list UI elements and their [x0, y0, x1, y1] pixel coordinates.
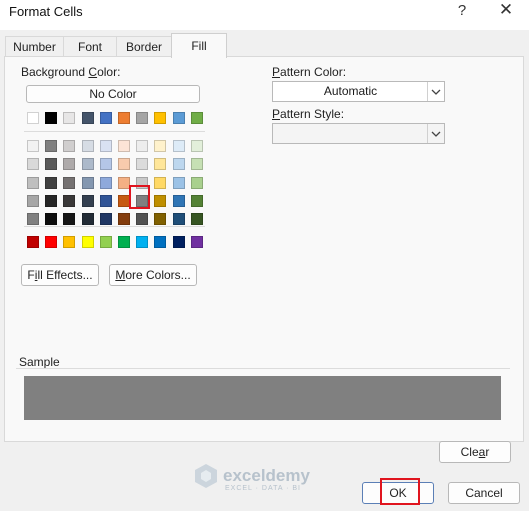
tint-color-swatch[interactable] — [99, 176, 112, 189]
no-color-button[interactable]: No Color — [26, 85, 200, 103]
tint-color-swatch[interactable] — [154, 213, 167, 226]
pattern-style-label: Pattern Style: — [272, 107, 345, 121]
tint-color-swatch[interactable] — [190, 140, 203, 152]
tint-color-swatch[interactable] — [27, 176, 39, 189]
standard-color-swatch[interactable] — [63, 236, 76, 248]
theme-color-swatch[interactable] — [172, 112, 185, 124]
ok-button-highlight — [380, 478, 420, 505]
tint-color-swatch[interactable] — [45, 176, 58, 189]
sample-preview — [24, 376, 501, 420]
separator — [24, 226, 205, 227]
chevron-down-icon — [427, 82, 444, 101]
tab-number[interactable]: Number — [5, 36, 64, 57]
background-color-label-text: Background Color: — [21, 65, 121, 79]
tint-color-swatch[interactable] — [154, 176, 167, 189]
tint-color-swatch[interactable] — [27, 213, 39, 226]
tint-color-swatch[interactable] — [63, 213, 76, 226]
watermark-name: exceldemy — [223, 466, 310, 485]
tint-color-swatch[interactable] — [172, 158, 185, 171]
separator — [16, 368, 510, 369]
theme-color-swatch[interactable] — [118, 112, 130, 124]
tint-color-swatch[interactable] — [27, 140, 39, 152]
tint-color-swatch[interactable] — [172, 194, 185, 207]
tint-color-swatch[interactable] — [136, 158, 149, 171]
tint-color-swatch[interactable] — [27, 158, 39, 171]
standard-color-swatch[interactable] — [190, 236, 203, 248]
selected-color-highlight — [129, 185, 150, 209]
tint-color-swatch[interactable] — [99, 194, 112, 207]
tint-color-swatch[interactable] — [172, 213, 185, 226]
separator — [24, 131, 205, 132]
theme-color-swatch[interactable] — [190, 112, 203, 124]
tab-font[interactable]: Font — [63, 36, 117, 57]
tint-color-swatch[interactable] — [172, 140, 185, 152]
tint-color-swatch[interactable] — [45, 140, 58, 152]
chevron-down-icon — [427, 124, 444, 143]
theme-color-swatch[interactable] — [99, 112, 112, 124]
tint-color-swatch[interactable] — [81, 140, 94, 152]
theme-color-swatch[interactable] — [63, 112, 76, 124]
pattern-color-value: Automatic — [323, 84, 378, 98]
tint-color-swatch[interactable] — [154, 158, 167, 171]
standard-color-swatch[interactable] — [118, 236, 130, 248]
standard-color-swatch[interactable] — [81, 236, 94, 248]
tint-color-swatch[interactable] — [136, 140, 149, 152]
tint-color-swatch[interactable] — [190, 213, 203, 226]
tint-color-swatch[interactable] — [99, 140, 112, 152]
tint-color-swatch[interactable] — [45, 213, 58, 226]
tint-color-swatch[interactable] — [81, 213, 94, 226]
tint-color-swatch[interactable] — [63, 176, 76, 189]
standard-color-swatch[interactable] — [154, 236, 167, 248]
watermark-tagline: EXCEL · DATA · BI — [225, 485, 301, 492]
clear-button[interactable]: Clear — [439, 441, 511, 463]
fill-effects-button[interactable]: Fill Effects... — [21, 264, 99, 286]
tint-color-swatch[interactable] — [45, 194, 58, 207]
close-button[interactable]: ✕ — [497, 0, 515, 20]
standard-color-swatch[interactable] — [99, 236, 112, 248]
pattern-color-dropdown[interactable]: Automatic — [272, 81, 445, 102]
tint-color-swatch[interactable] — [27, 194, 39, 207]
standard-color-swatch[interactable] — [27, 236, 39, 248]
standard-color-swatch[interactable] — [172, 236, 185, 248]
dialog-title: Format Cells — [9, 4, 83, 19]
tint-color-swatch[interactable] — [118, 140, 130, 152]
theme-color-swatch[interactable] — [154, 112, 167, 124]
tint-color-swatch[interactable] — [118, 158, 130, 171]
theme-color-swatch[interactable] — [136, 112, 149, 124]
pattern-color-label: Pattern Color: — [272, 65, 347, 79]
tab-fill[interactable]: Fill — [171, 33, 227, 58]
tint-color-swatch[interactable] — [172, 176, 185, 189]
help-button[interactable]: ? — [454, 2, 470, 19]
tint-color-swatch[interactable] — [99, 158, 112, 171]
tint-color-swatch[interactable] — [154, 194, 167, 207]
standard-color-swatch[interactable] — [136, 236, 149, 248]
tint-color-swatch[interactable] — [81, 158, 94, 171]
more-colors-button[interactable]: More Colors... — [109, 264, 197, 286]
tint-color-swatch[interactable] — [136, 213, 149, 226]
standard-color-swatch[interactable] — [45, 236, 58, 248]
tint-color-swatch[interactable] — [63, 194, 76, 207]
tint-color-swatch[interactable] — [154, 140, 167, 152]
tint-color-swatch[interactable] — [63, 158, 76, 171]
tint-color-swatch[interactable] — [190, 158, 203, 171]
theme-color-swatch[interactable] — [81, 112, 94, 124]
background-color-label: Background Color: — [21, 65, 120, 79]
exceldemy-logo-icon — [192, 462, 220, 490]
tint-color-swatch[interactable] — [45, 158, 58, 171]
tint-color-swatch[interactable] — [99, 213, 112, 226]
theme-color-swatch[interactable] — [45, 112, 58, 124]
tint-color-swatch[interactable] — [190, 194, 203, 207]
tint-color-swatch[interactable] — [190, 176, 203, 189]
tint-color-swatch[interactable] — [118, 213, 130, 226]
tint-color-swatch[interactable] — [63, 140, 76, 152]
sample-label: Sample — [19, 355, 60, 369]
theme-color-swatch[interactable] — [27, 112, 39, 124]
pattern-style-dropdown[interactable] — [272, 123, 445, 144]
cancel-button[interactable]: Cancel — [448, 482, 520, 504]
tint-color-swatch[interactable] — [81, 194, 94, 207]
tab-border[interactable]: Border — [116, 36, 172, 57]
tint-color-swatch[interactable] — [81, 176, 94, 189]
